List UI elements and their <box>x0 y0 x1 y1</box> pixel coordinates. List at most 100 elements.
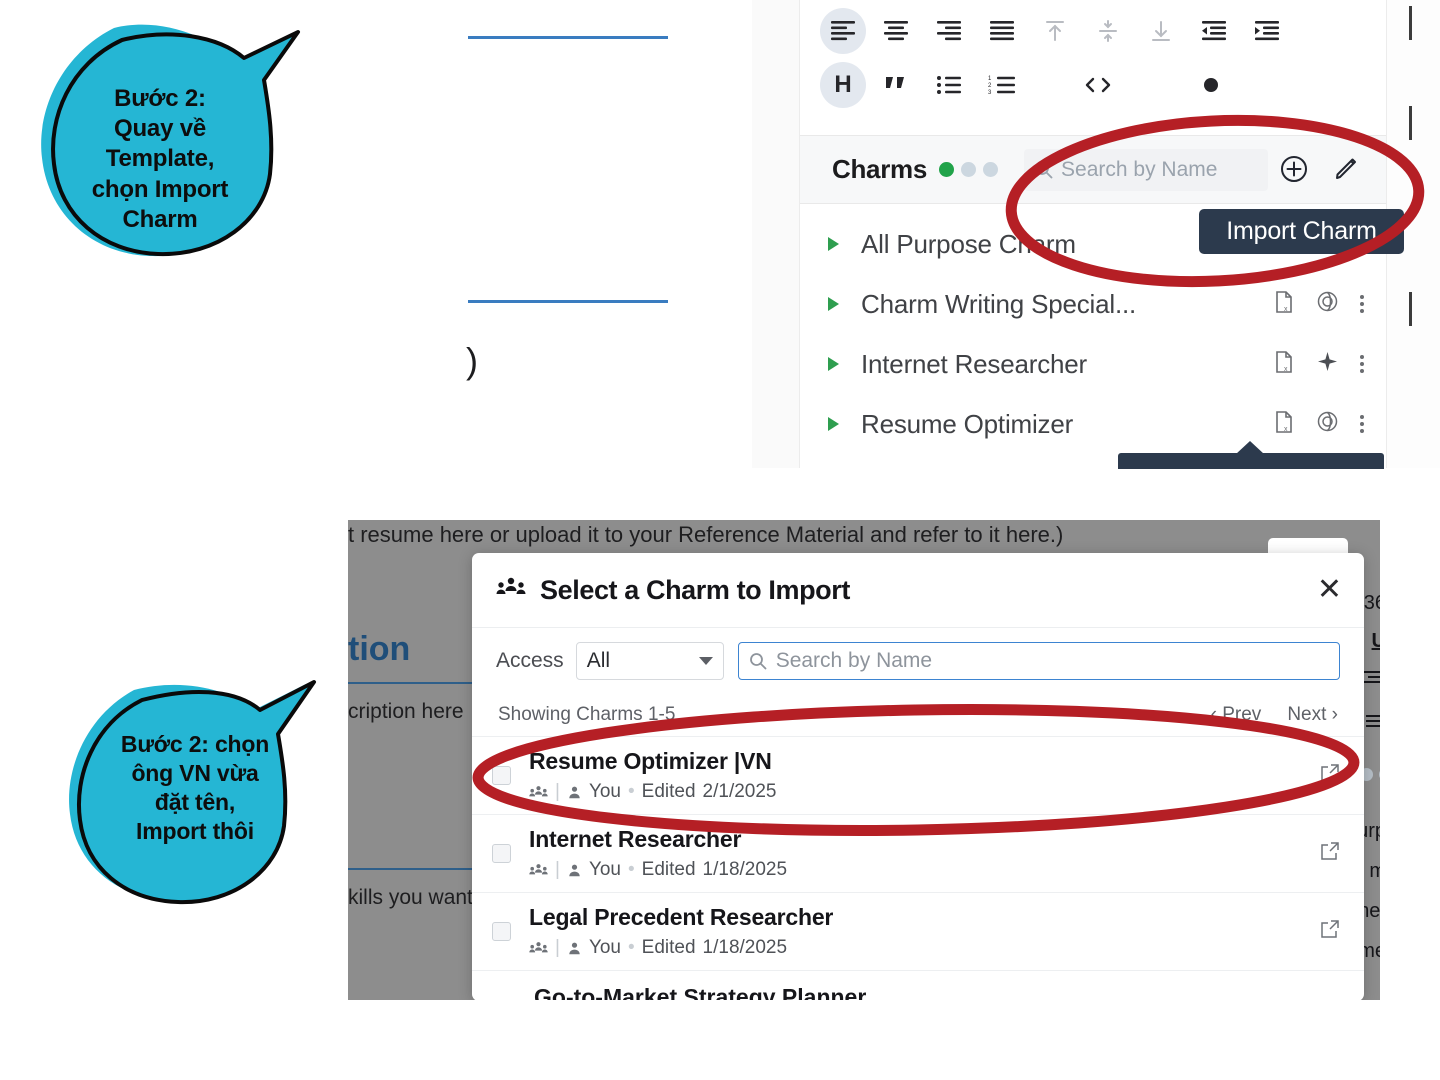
charm-list-item[interactable]: Resume Optimizer x <box>800 394 1386 454</box>
person-icon <box>569 942 580 954</box>
showing-count: Showing Charms 1-5 <box>498 704 676 725</box>
access-label: Access <box>496 649 564 672</box>
svg-text:2: 2 <box>988 83 992 89</box>
annotation-bubble-step2-template: Bước 2: Quay về Template, chọn Import Ch… <box>22 18 322 268</box>
svg-text:x: x <box>1284 306 1288 313</box>
charms-search-input[interactable]: Search by Name <box>1024 148 1269 191</box>
annotation-bubble-step2-select: Bước 2: chọn ông VN vừa đặt tên, Import … <box>56 668 336 908</box>
row-edited-label: Edited <box>641 781 696 802</box>
external-link-icon[interactable] <box>1320 763 1340 788</box>
table-row[interactable]: Internet Researcher | You • Edited 1/18/… <box>472 815 1364 893</box>
status-dot-active <box>939 162 955 177</box>
more-options-icon[interactable] <box>1360 295 1364 313</box>
expand-caret-icon[interactable] <box>828 237 839 251</box>
row-meta: | You • Edited 1/18/2025 <box>529 937 833 959</box>
formatting-toolbar: H 1 2 3 <box>800 0 1386 136</box>
expand-caret-icon[interactable] <box>828 297 839 311</box>
openai-icon[interactable] <box>1315 289 1340 319</box>
document-icon[interactable]: x <box>1273 350 1295 379</box>
group-icon <box>529 863 548 874</box>
row-edited-date: 1/18/2025 <box>702 859 788 880</box>
row-owner: You <box>588 937 621 958</box>
bullet-list-icon[interactable] <box>926 62 972 108</box>
indent-icon[interactable] <box>1244 8 1290 54</box>
divider-rule <box>468 300 668 303</box>
row-meta: | You • Edited 1/18/2025 <box>529 859 787 881</box>
meta-divider: | <box>555 781 560 802</box>
select-charm-modal: Select a Charm to Import ✕ Access All Se… <box>472 553 1364 1000</box>
charm-name: Charm Writing Special... <box>861 288 1137 319</box>
align-left-icon[interactable] <box>820 8 866 54</box>
scroll-tick <box>1409 6 1412 40</box>
external-link-icon[interactable] <box>1320 919 1340 944</box>
row-checkbox[interactable] <box>492 766 511 785</box>
row-content: Resume Optimizer |VN | You • Edited 2/1/… <box>529 748 777 803</box>
align-bottom-icon[interactable] <box>1138 8 1184 54</box>
numbered-list-icon[interactable]: 1 2 3 <box>979 62 1025 108</box>
charm-row-icons: x <box>1273 289 1364 319</box>
pagination: ‹ Prev Next › <box>1211 704 1338 726</box>
background-top-text: t resume here or upload it to your Refer… <box>348 522 1064 547</box>
charm-row-icons: x <box>1273 409 1364 439</box>
charms-actions <box>1278 153 1364 187</box>
panel-right-margin <box>1380 520 1392 1000</box>
heading-icon[interactable]: H <box>820 62 866 108</box>
outdent-icon[interactable] <box>1191 8 1237 54</box>
scroll-tick <box>1409 106 1412 140</box>
paren-text: ) <box>466 340 478 381</box>
background-subtext: cription here <box>348 700 464 723</box>
access-select[interactable]: All <box>575 642 724 680</box>
next-page-button[interactable]: Next › <box>1287 704 1338 726</box>
more-options-icon[interactable] <box>1360 415 1364 433</box>
charm-results-list: Resume Optimizer |VN | You • Edited 2/1/… <box>472 736 1364 1000</box>
document-icon[interactable]: x <box>1273 410 1295 439</box>
charm-name: Resume Optimizer <box>861 408 1074 439</box>
charms-header: Charms Search by Name <box>800 136 1386 204</box>
plus-circle-icon[interactable] <box>1278 153 1312 187</box>
quote-icon[interactable] <box>873 62 919 108</box>
modal-search-placeholder: Search by Name <box>775 649 933 672</box>
external-link-icon[interactable] <box>1320 841 1340 866</box>
row-edited-date: 2/1/2025 <box>702 781 777 802</box>
tooltip-bar-bottom <box>1118 441 1384 469</box>
table-row-partial[interactable]: Go-to-Market Strategy Planner <box>472 971 1364 1000</box>
modal-search-input[interactable]: Search by Name <box>737 642 1340 680</box>
document-icon[interactable]: x <box>1273 290 1295 319</box>
align-right-icon[interactable] <box>926 8 972 54</box>
code-icon[interactable] <box>1075 62 1121 108</box>
pencil-icon[interactable] <box>1330 153 1364 187</box>
more-options-icon[interactable] <box>1360 355 1364 373</box>
expand-caret-icon[interactable] <box>828 357 839 371</box>
charm-list-item[interactable]: Internet Researcher x <box>800 334 1386 394</box>
meta-separator: • <box>628 937 635 958</box>
search-icon <box>1035 161 1053 179</box>
bullet-dot-icon[interactable] <box>1188 62 1234 108</box>
row-edited-label: Edited <box>641 937 696 958</box>
charm-list-item[interactable]: Charm Writing Special... x <box>800 274 1386 334</box>
close-icon[interactable]: ✕ <box>1317 575 1342 605</box>
row-checkbox[interactable] <box>492 844 511 863</box>
table-row[interactable]: Resume Optimizer |VN | You • Edited 2/1/… <box>472 737 1364 815</box>
openai-icon[interactable] <box>1315 409 1340 439</box>
svg-text:x: x <box>1284 366 1288 373</box>
group-icon <box>529 941 548 952</box>
row-checkbox[interactable] <box>492 922 511 941</box>
row-owner: You <box>588 781 621 802</box>
row-content: Internet Researcher | You • Edited 1/18/… <box>529 826 787 881</box>
prev-page-button[interactable]: ‹ Prev <box>1211 704 1262 726</box>
table-row[interactable]: Legal Precedent Researcher | You • Edite… <box>472 893 1364 971</box>
align-top-icon[interactable] <box>1032 8 1078 54</box>
align-center-icon[interactable] <box>873 8 919 54</box>
person-icon <box>569 864 580 876</box>
row-edited-date: 1/18/2025 <box>702 937 788 958</box>
modal-filter-row: Access All Search by Name <box>472 628 1364 694</box>
sparkle-icon[interactable] <box>1315 349 1340 379</box>
charm-name: All Purpose Charm <box>861 228 1076 259</box>
search-icon <box>749 653 767 670</box>
import-modal-screenshot: t resume here or upload it to your Refer… <box>348 520 1392 1000</box>
expand-caret-icon[interactable] <box>828 417 839 431</box>
align-justify-icon[interactable] <box>979 8 1025 54</box>
align-middle-icon[interactable] <box>1085 8 1131 54</box>
group-icon <box>529 785 548 796</box>
group-icon <box>496 576 526 605</box>
